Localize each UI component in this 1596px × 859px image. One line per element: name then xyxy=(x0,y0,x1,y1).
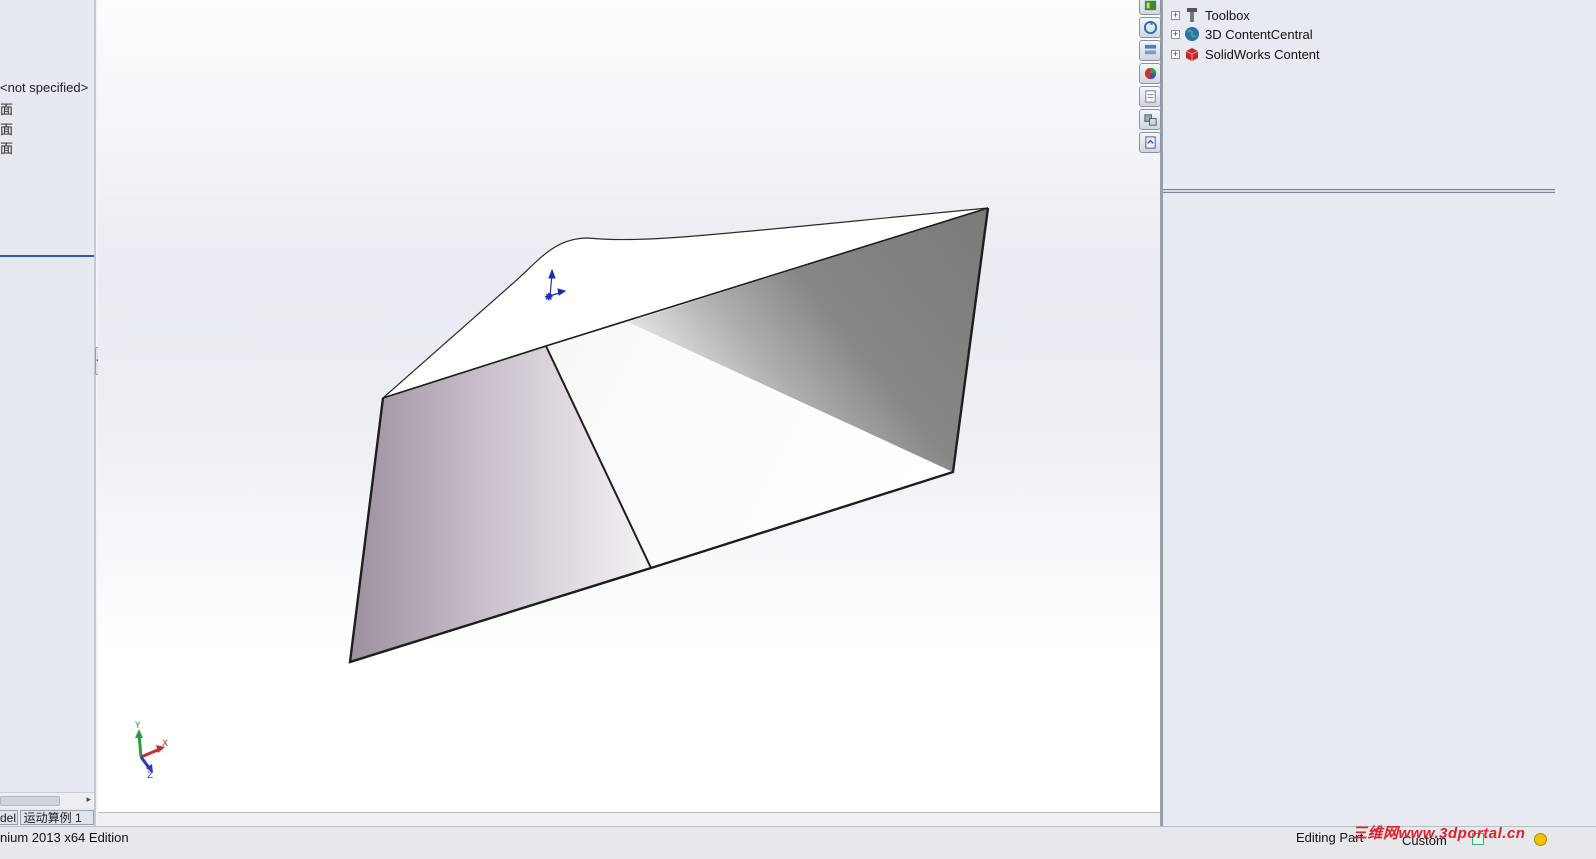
feature-manager-panel: <not specified> 面 面 面 ▸ del 运动算例 1 xyxy=(0,0,96,826)
task-pane-tab-strip xyxy=(1137,0,1161,160)
tab-view-palette[interactable] xyxy=(1139,109,1161,130)
tab-label: del xyxy=(0,811,17,825)
tree-item-label: 面 xyxy=(0,102,14,117)
document-recovery-icon xyxy=(1144,136,1156,149)
graphics-area[interactable]: ✳ Y X Z xyxy=(98,0,1161,812)
product-version-text: nium 2013 x64 Edition xyxy=(0,830,129,845)
tab-document-recovery[interactable] xyxy=(1139,132,1161,153)
tree-item-label: 面 xyxy=(0,141,14,156)
toolbox-icon xyxy=(1187,8,1197,22)
svg-text:✳: ✳ xyxy=(545,293,553,303)
scrollbar-thumb[interactable] xyxy=(0,796,60,806)
bottom-tab-strip: del 运动算例 1 xyxy=(0,810,94,826)
tab-appearances[interactable] xyxy=(1139,63,1161,84)
part-model: ✳ Y X Z xyxy=(134,207,990,781)
expand-icon[interactable]: + xyxy=(1171,29,1180,39)
tab-motion-study[interactable]: 运动算例 1 xyxy=(19,810,94,825)
library-item-3d-contentcentral[interactable]: + 3D ContentCentral xyxy=(1171,25,1313,43)
watermark: 三维网www.3dportal.cn xyxy=(1352,825,1526,842)
reference-triad-icon: Y X Z xyxy=(134,721,168,781)
tree-item-label: 面 xyxy=(0,122,14,137)
tab-resources[interactable] xyxy=(1139,0,1161,15)
view-palette-icon xyxy=(1143,114,1157,126)
tree-item-plane-front[interactable]: 面 xyxy=(0,99,13,118)
library-item-solidworks-content[interactable]: + SolidWorks Content xyxy=(1171,45,1320,63)
tab-file-explorer[interactable] xyxy=(1139,40,1161,61)
appearances-icon xyxy=(1144,67,1156,80)
library-item-toolbox[interactable]: + Toolbox xyxy=(1171,6,1250,24)
tab-design-library[interactable] xyxy=(1139,17,1161,38)
pane-splitter[interactable] xyxy=(1163,189,1555,193)
scroll-right-arrow-icon[interactable]: ▸ xyxy=(86,794,91,805)
tree-item-plane-top[interactable]: 面 xyxy=(0,119,13,138)
help-status-icon[interactable] xyxy=(1534,833,1547,846)
triad-y-label: Y xyxy=(134,721,141,731)
tree-item-plane-right[interactable]: 面 xyxy=(0,138,13,157)
file-explorer-icon xyxy=(1144,44,1156,55)
graphics-area-bottom-border xyxy=(98,812,1161,826)
tab-label: 运动算例 1 xyxy=(23,811,82,825)
design-library-pane: + Toolbox + 3D ContentCentral + SolidWor… xyxy=(1163,0,1596,826)
custom-properties-icon xyxy=(1144,90,1156,103)
tree-item-label: <not specified> xyxy=(0,80,89,95)
triad-z-label: Z xyxy=(147,771,153,781)
resources-icon xyxy=(1144,0,1156,11)
tree-item-material[interactable]: <not specified> xyxy=(0,80,88,95)
library-item-label: Toolbox xyxy=(1205,7,1250,23)
rollback-bar[interactable] xyxy=(0,255,94,257)
library-item-label: SolidWorks Content xyxy=(1205,46,1320,62)
library-item-label: 3D ContentCentral xyxy=(1205,26,1313,42)
globe-icon xyxy=(1185,27,1199,41)
expand-icon[interactable]: + xyxy=(1171,10,1180,20)
expand-icon[interactable]: + xyxy=(1171,49,1180,59)
triad-x-label: X xyxy=(162,739,168,749)
solidworks-box-icon xyxy=(1185,48,1199,61)
tab-model[interactable]: del xyxy=(0,810,18,825)
tab-custom-properties[interactable] xyxy=(1139,86,1161,107)
horizontal-scrollbar[interactable]: ▸ xyxy=(0,792,94,808)
design-library-icon xyxy=(1143,20,1157,35)
